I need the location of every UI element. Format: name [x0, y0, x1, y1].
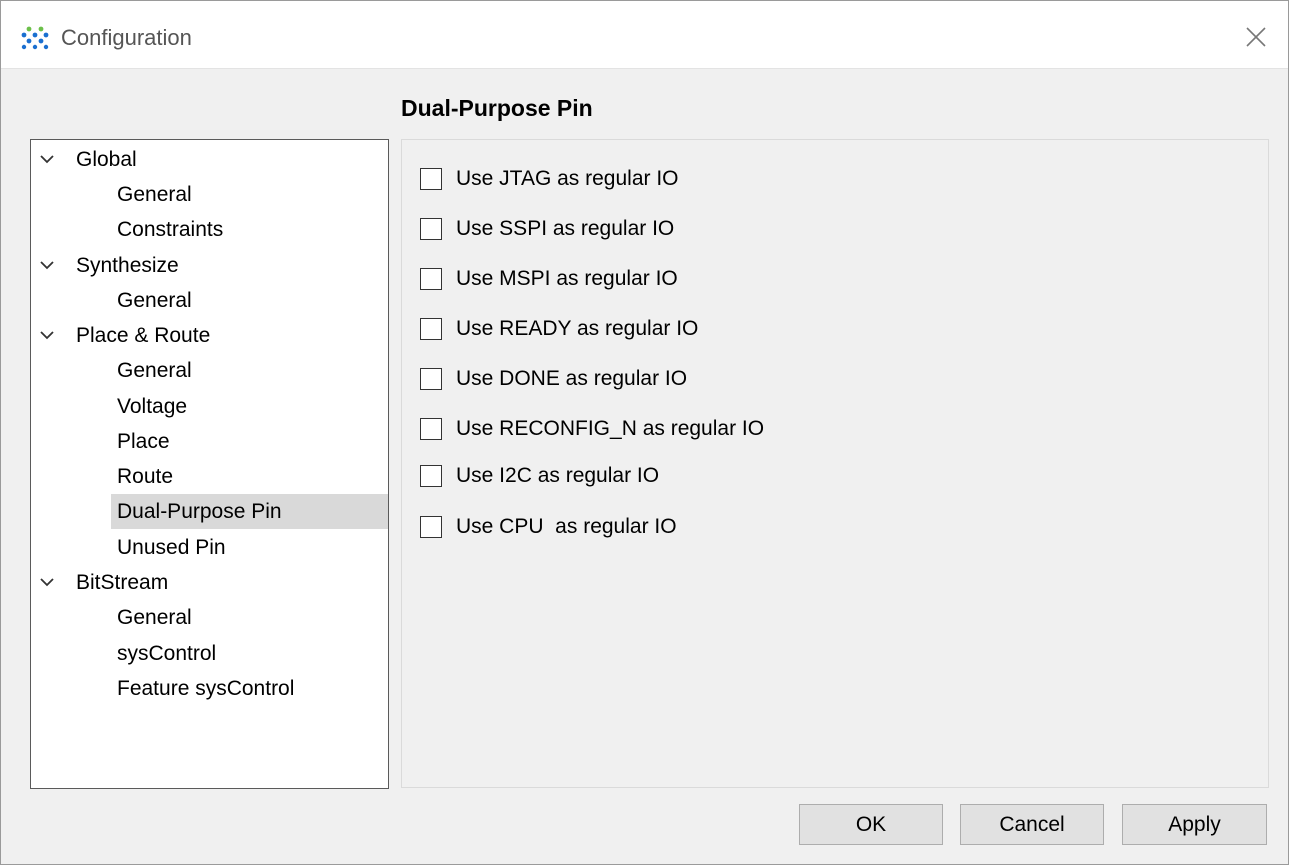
tree-item-label: sysControl [117, 642, 217, 665]
option-label: Use SSPI as regular IO [456, 217, 675, 240]
tree-item-label: General [117, 606, 192, 629]
tree-group-global[interactable]: Global [31, 142, 388, 177]
page-title: Dual-Purpose Pin [401, 95, 593, 121]
checkbox[interactable] [420, 465, 442, 487]
chevron-down-icon[interactable] [40, 329, 54, 341]
checkbox[interactable] [420, 418, 442, 440]
tree-item-pnr-dual-purpose-pin[interactable]: Dual-Purpose Pin [111, 494, 388, 529]
option-label: Use MSPI as regular IO [456, 267, 678, 290]
checkbox[interactable] [420, 368, 442, 390]
chevron-down-icon[interactable] [40, 259, 54, 271]
option-ready[interactable]: Use READY as regular IO [420, 314, 698, 344]
checkbox[interactable] [420, 318, 442, 340]
tree-item-label: General [117, 359, 192, 382]
tree-item-bitstream-feature-syscontrol[interactable]: Feature sysControl [111, 671, 388, 706]
tree-item-synthesize-general[interactable]: General [111, 283, 388, 318]
checkbox[interactable] [420, 516, 442, 538]
tree-item-label: Dual-Purpose Pin [117, 500, 282, 523]
tree-item-pnr-place[interactable]: Place [111, 424, 388, 459]
window-title: Configuration [61, 25, 192, 50]
settings-tree[interactable]: Global General Constraints Synthesize Ge… [30, 139, 389, 789]
option-label: Use CPU as regular IO [456, 515, 677, 538]
option-i2c[interactable]: Use I2C as regular IO [420, 461, 659, 491]
tree-item-label: Route [117, 465, 174, 488]
tree-group-place-route[interactable]: Place & Route [31, 318, 388, 353]
tree-item-label: General [117, 183, 192, 206]
option-label: Use DONE as regular IO [456, 367, 688, 390]
tree-item-pnr-voltage[interactable]: Voltage [111, 389, 388, 424]
option-done[interactable]: Use DONE as regular IO [420, 364, 687, 394]
tree-item-label: Constraints [117, 218, 224, 241]
tree-item-global-general[interactable]: General [111, 177, 388, 212]
tree-group-bitstream[interactable]: BitStream [31, 565, 388, 600]
chevron-down-icon[interactable] [40, 576, 54, 588]
option-label: Use READY as regular IO [456, 317, 699, 340]
dual-purpose-pin-panel: Use JTAG as regular IO Use SSPI as regul… [401, 139, 1269, 788]
gowin-logo-icon [21, 26, 49, 50]
close-button[interactable] [1238, 19, 1274, 55]
close-icon [1246, 27, 1266, 47]
checkbox[interactable] [420, 218, 442, 240]
tree-group-label: Place & Route [76, 324, 211, 347]
tree-group-synthesize[interactable]: Synthesize [31, 248, 388, 283]
apply-button[interactable]: Apply [1122, 804, 1267, 845]
checkbox[interactable] [420, 268, 442, 290]
tree-item-bitstream-general[interactable]: General [111, 600, 388, 635]
tree-group-label: Synthesize [76, 254, 179, 277]
option-mspi[interactable]: Use MSPI as regular IO [420, 264, 678, 294]
title-bar: Configuration [1, 1, 1288, 69]
checkbox[interactable] [420, 168, 442, 190]
cancel-button[interactable]: Cancel [960, 804, 1104, 845]
tree-item-pnr-unused-pin[interactable]: Unused Pin [111, 530, 388, 565]
tree-item-label: Place [117, 430, 170, 453]
tree-item-global-constraints[interactable]: Constraints [111, 212, 388, 247]
option-label: Use I2C as regular IO [456, 464, 660, 487]
tree-group-label: BitStream [76, 571, 169, 594]
tree-item-label: Voltage [117, 395, 188, 418]
tree-item-label: General [117, 289, 192, 312]
tree-item-label: Feature sysControl [117, 677, 295, 700]
option-reconfig-n[interactable]: Use RECONFIG_N as regular IO [420, 414, 764, 444]
tree-item-pnr-route[interactable]: Route [111, 459, 388, 494]
ok-button[interactable]: OK [799, 804, 943, 845]
option-label: Use JTAG as regular IO [456, 167, 679, 190]
option-cpu[interactable]: Use CPU as regular IO [420, 512, 677, 542]
tree-item-label: Unused Pin [117, 536, 226, 559]
option-label: Use RECONFIG_N as regular IO [456, 417, 765, 440]
option-sspi[interactable]: Use SSPI as regular IO [420, 214, 674, 244]
configuration-dialog: Configuration Dual-Purpose Pin Global Ge… [0, 0, 1289, 865]
tree-group-label: Global [76, 148, 137, 171]
chevron-down-icon[interactable] [40, 153, 54, 165]
option-jtag[interactable]: Use JTAG as regular IO [420, 164, 679, 194]
tree-item-bitstream-syscontrol[interactable]: sysControl [111, 636, 388, 671]
tree-item-pnr-general[interactable]: General [111, 353, 388, 388]
